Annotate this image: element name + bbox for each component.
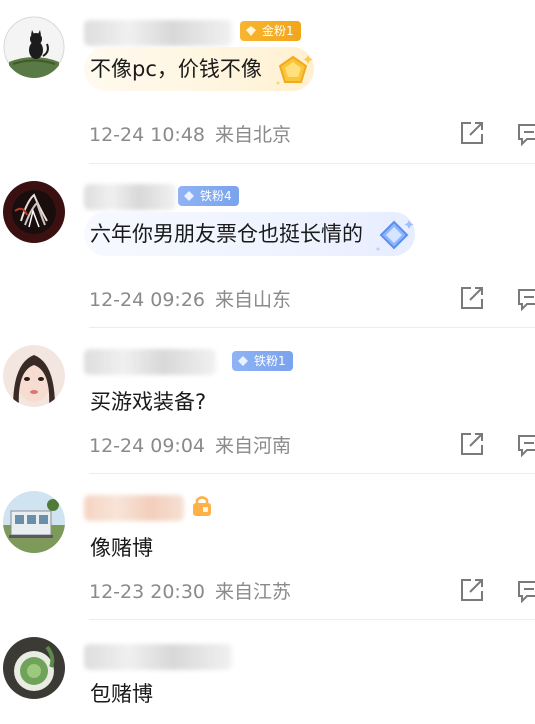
- comment-meta: 12-23 20:30 来自江苏: [89, 577, 291, 604]
- comment-bubble[interactable]: 六年你男朋友票仓也挺长情的: [84, 212, 415, 256]
- share-icon[interactable]: [459, 577, 485, 603]
- comment-location: 来自山东: [215, 289, 292, 311]
- comment-date: 12-24 09:26: [89, 289, 206, 311]
- divider: [89, 327, 535, 328]
- divider: [89, 163, 535, 164]
- fan-badge[interactable]: 铁粉4: [178, 186, 239, 206]
- comment-text: 不像pc，价钱不像: [90, 57, 262, 81]
- comment-text[interactable]: 包赌博: [90, 678, 153, 708]
- divider: [89, 473, 535, 474]
- username-blurred[interactable]: [84, 20, 232, 46]
- share-icon[interactable]: [459, 431, 485, 457]
- lock-badge-icon[interactable]: [190, 494, 214, 518]
- comment-date: 12-24 10:48: [89, 124, 206, 146]
- comment-icon[interactable]: [516, 286, 535, 312]
- comment-meta: 12-24 09:04 来自河南: [89, 431, 291, 458]
- badge-label: 金粉1: [262, 24, 294, 38]
- comment-icon[interactable]: [516, 578, 535, 604]
- comment-date: 12-23 20:30: [89, 581, 206, 603]
- gold-gem-icon: [276, 55, 313, 85]
- share-icon[interactable]: [459, 120, 485, 146]
- badge-gem-icon: [246, 26, 256, 36]
- comment-location: 来自河南: [215, 435, 292, 457]
- avatar[interactable]: [3, 181, 65, 243]
- username-blurred[interactable]: [84, 644, 232, 670]
- badge-diamond-icon: [184, 191, 194, 201]
- username-blurred[interactable]: [84, 495, 184, 521]
- avatar[interactable]: [3, 637, 65, 699]
- badge-label: 铁粉1: [254, 354, 286, 368]
- comment-text[interactable]: 买游戏装备?: [90, 386, 206, 416]
- comment-bubble[interactable]: 不像pc，价钱不像: [84, 47, 314, 91]
- fan-badge[interactable]: 金粉1: [240, 21, 301, 41]
- comment-icon[interactable]: [516, 121, 535, 147]
- fan-badge[interactable]: 铁粉1: [232, 351, 293, 371]
- comment-location: 来自北京: [215, 124, 292, 146]
- blue-diamond-icon: [376, 220, 414, 251]
- divider: [89, 619, 535, 620]
- avatar[interactable]: [3, 345, 65, 407]
- username-blurred[interactable]: [84, 349, 216, 375]
- comment-text[interactable]: 像赌博: [90, 532, 153, 562]
- badge-label: 铁粉4: [200, 189, 232, 203]
- avatar[interactable]: [3, 491, 65, 553]
- comment-icon[interactable]: [516, 432, 535, 458]
- badge-diamond-icon: [238, 356, 248, 366]
- comment-date: 12-24 09:04: [89, 435, 206, 457]
- comment-text: 六年你男朋友票仓也挺长情的: [90, 222, 363, 246]
- username-blurred[interactable]: [84, 184, 176, 210]
- comment-meta: 12-24 10:48 来自北京: [89, 120, 291, 147]
- comment-location: 来自江苏: [215, 581, 292, 603]
- share-icon[interactable]: [459, 285, 485, 311]
- avatar[interactable]: [3, 16, 65, 78]
- comment-meta: 12-24 09:26 来自山东: [89, 285, 291, 312]
